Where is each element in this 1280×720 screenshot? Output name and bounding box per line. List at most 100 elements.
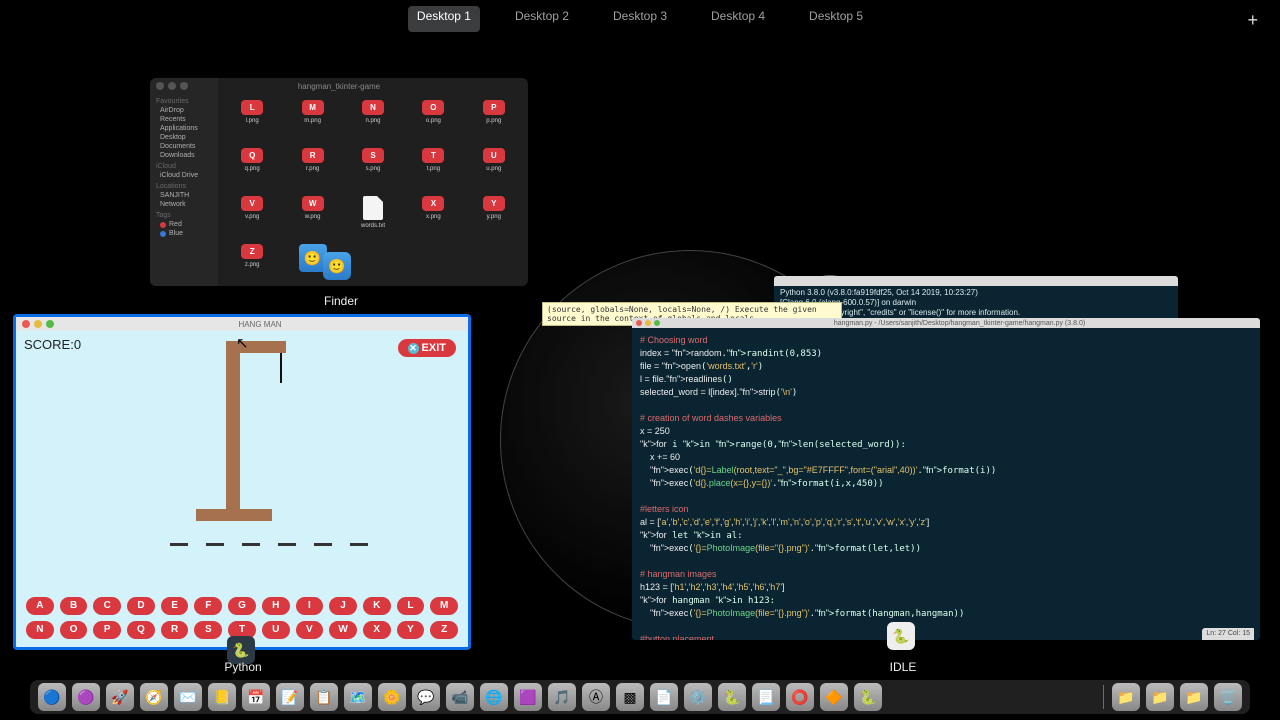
dock-app-textedit[interactable]: 📄 [650,683,678,711]
file-item[interactable]: Nn.png [362,100,384,142]
letter-key-v[interactable]: V [296,621,324,639]
letter-key-r[interactable]: R [161,621,189,639]
sidebar-item[interactable]: Network [156,201,212,208]
file-item[interactable]: Rr.png [302,148,324,190]
file-item[interactable]: Ss.png [362,148,384,190]
letter-key-y[interactable]: Y [397,621,425,639]
file-name: n.png [365,118,380,124]
letter-key-e[interactable]: E [161,597,189,615]
letter-key-l[interactable]: L [397,597,425,615]
dock-app-facetime[interactable]: 📹 [446,683,474,711]
dock-app-launchpad[interactable]: 🚀 [106,683,134,711]
editor-code[interactable]: # Choosing word index = "fn">random."fn"… [632,328,1260,640]
add-desktop-button[interactable]: + [1247,10,1258,31]
dock-app-terminal[interactable]: ▩ [616,683,644,711]
letter-key-n[interactable]: N [26,621,54,639]
file-item[interactable]: Xx.png [422,196,444,238]
letter-key-w[interactable]: W [329,621,357,639]
dock-app-obs[interactable]: ⭕ [786,683,814,711]
desktop-tab-1[interactable]: Desktop 1 [408,6,480,32]
dock-app-siri[interactable]: 🟣 [72,683,100,711]
sidebar-item[interactable]: Downloads [156,152,212,159]
dock-app-music[interactable]: 🎵 [548,683,576,711]
dock-app-podcasts[interactable]: 🟪 [514,683,542,711]
file-item[interactable]: Zz.png [241,244,263,286]
file-item[interactable]: Ww.png [302,196,324,238]
sidebar-item[interactable]: Applications [156,125,212,132]
letter-key-j[interactable]: J [329,597,357,615]
dock-app-messages[interactable]: 💬 [412,683,440,711]
desktop-tab-2[interactable]: Desktop 2 [506,6,578,32]
letter-key-k[interactable]: K [363,597,391,615]
desktop-tab-3[interactable]: Desktop 3 [604,6,676,32]
file-item[interactable]: Ll.png [241,100,263,142]
letter-key-g[interactable]: G [228,597,256,615]
desktop-tab-5[interactable]: Desktop 5 [800,6,872,32]
file-item[interactable]: Uu.png [483,148,505,190]
hangman-window[interactable]: HANG MAN SCORE:0 EXIT ABCDEFGHIJKLM NOPQ… [13,314,471,650]
dock-app-photos[interactable]: 🌼 [378,683,406,711]
dock-app-contacts[interactable]: 📒 [208,683,236,711]
dock-separator [1103,685,1104,709]
file-item[interactable]: words.txt [361,196,385,238]
exit-button[interactable]: EXIT [398,339,456,357]
sidebar-item[interactable]: iCloud Drive [156,172,212,179]
file-item[interactable]: Tt.png [422,148,444,190]
sidebar-item[interactable]: Desktop [156,134,212,141]
letter-key-x[interactable]: X [363,621,391,639]
score-label: SCORE:0 [24,337,81,352]
letter-key-a[interactable]: A [26,597,54,615]
dock-app-preferences[interactable]: ⚙️ [684,683,712,711]
letter-key-d[interactable]: D [127,597,155,615]
file-item[interactable]: Mm.png [302,100,324,142]
dock-tray-folder[interactable]: 📁 [1112,683,1140,711]
letter-key-h[interactable]: H [262,597,290,615]
dock-app-chrome[interactable]: 🌐 [480,683,508,711]
sidebar-item[interactable]: Documents [156,143,212,150]
file-item[interactable]: Vv.png [241,196,263,238]
dock-app-pages[interactable]: 📃 [752,683,780,711]
dock-app-reminders[interactable]: 📋 [310,683,338,711]
dock-app-vlc[interactable]: 🔶 [820,683,848,711]
letter-key-m[interactable]: M [430,597,458,615]
letter-key-p[interactable]: P [93,621,121,639]
file-item[interactable]: Qq.png [241,148,263,190]
dock-app-idle[interactable]: 🐍 [854,683,882,711]
letter-badge-icon: N [362,100,384,115]
sidebar-item[interactable]: AirDrop [156,107,212,114]
dock-app-maps[interactable]: 🗺️ [344,683,372,711]
dock-app-python[interactable]: 🐍 [718,683,746,711]
dock-tray-trash[interactable]: 🗑️ [1214,683,1242,711]
traffic-lights[interactable]: HANG MAN [16,317,468,331]
letter-key-q[interactable]: Q [127,621,155,639]
file-item[interactable]: Yy.png [483,196,505,238]
dock-app-mail[interactable]: ✉️ [174,683,202,711]
letter-key-u[interactable]: U [262,621,290,639]
letter-badge-icon: Z [241,244,263,259]
letter-key-o[interactable]: O [60,621,88,639]
desktop-tab-4[interactable]: Desktop 4 [702,6,774,32]
sidebar-item[interactable]: Recents [156,116,212,123]
idle-editor-window[interactable]: hangman.py - /Users/sanjith/Desktop/hang… [632,318,1260,640]
idle-app-icon[interactable]: 🐍 [887,622,915,650]
sidebar-item[interactable]: Blue [156,230,212,237]
letter-key-f[interactable]: F [194,597,222,615]
sidebar-item[interactable]: SANJITH [156,192,212,199]
dock-app-finder[interactable]: 🔵 [38,683,66,711]
sidebar-item[interactable]: Red [156,221,212,228]
letter-key-b[interactable]: B [60,597,88,615]
letter-key-i[interactable]: I [296,597,324,615]
dock-app-notes[interactable]: 📝 [276,683,304,711]
file-item[interactable]: Oo.png [422,100,444,142]
letter-key-s[interactable]: S [194,621,222,639]
file-name: m.png [304,118,321,124]
letter-key-c[interactable]: C [93,597,121,615]
dock-app-safari[interactable]: 🧭 [140,683,168,711]
dock-app-calendar[interactable]: 📅 [242,683,270,711]
file-item[interactable]: Pp.png [483,100,505,142]
dock-tray-folder[interactable]: 📁 [1146,683,1174,711]
finder-app-icon[interactable]: 🙂 [323,252,351,280]
dock-tray-folder[interactable]: 📁 [1180,683,1208,711]
letter-key-z[interactable]: Z [430,621,458,639]
dock-app-appstore[interactable]: Ⓐ [582,683,610,711]
